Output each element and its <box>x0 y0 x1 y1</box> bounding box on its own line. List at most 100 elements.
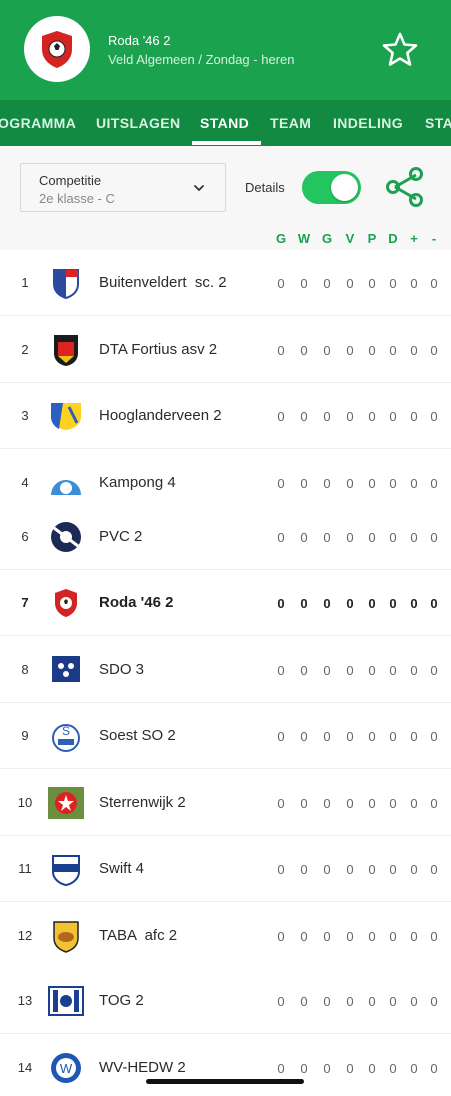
tog-shield-icon <box>48 984 84 1018</box>
pvc-round-icon <box>48 520 84 554</box>
stat-cell: 0 <box>346 994 354 1009</box>
stat-cell: 0 <box>430 929 438 944</box>
toggle-knob <box>331 174 358 201</box>
team-rank: 2 <box>21 342 29 357</box>
team-rank: 3 <box>21 408 29 423</box>
club-subtitle: Veld Algemeen / Zondag - heren <box>108 52 295 67</box>
stat-cell: 0 <box>300 409 308 424</box>
competition-select[interactable]: Competitie 2e klasse - C <box>20 163 226 212</box>
stat-cell: 0 <box>410 409 418 424</box>
stat-cell: 0 <box>389 596 397 611</box>
stat-cell: 0 <box>323 994 331 1009</box>
stat-cell: 0 <box>430 994 438 1009</box>
stat-cell: 0 <box>410 530 418 545</box>
stat-cell: 0 <box>300 663 308 678</box>
stat-cell: 0 <box>277 663 285 678</box>
table-row[interactable]: 11 Swift 400000000 <box>0 836 451 902</box>
home-indicator <box>146 1079 304 1084</box>
stat-cell: 0 <box>346 862 354 877</box>
stat-cell: 0 <box>410 862 418 877</box>
stat-cell: 0 <box>300 343 308 358</box>
stat-cell: 0 <box>300 862 308 877</box>
col-header-played: G <box>275 231 287 246</box>
stat-cell: 0 <box>368 596 376 611</box>
details-label: Details <box>245 180 285 195</box>
table-row[interactable]: 6 PVC 200000000 <box>0 504 451 570</box>
stat-cell: 0 <box>430 729 438 744</box>
swift-shield-icon <box>48 852 84 886</box>
stat-cell: 0 <box>300 729 308 744</box>
tab-team[interactable]: TEAM <box>270 115 311 131</box>
table-row[interactable]: 2 DTA Fortius asv 200000000 <box>0 317 451 383</box>
col-header-deduction: D <box>388 231 398 246</box>
stat-cell: 0 <box>323 276 331 291</box>
tab-programma[interactable]: OGRAMMA <box>0 115 76 131</box>
stat-cell: 0 <box>277 1061 285 1076</box>
table-row[interactable]: 14 W WV-HEDW 200000000 <box>0 1035 451 1096</box>
stat-cell: 0 <box>389 862 397 877</box>
vvh-shield-icon <box>48 399 84 433</box>
stat-cell: 0 <box>410 663 418 678</box>
favorite-star-icon[interactable] <box>380 30 420 70</box>
tab-indeling[interactable]: INDELING <box>333 115 403 131</box>
stat-cell: 0 <box>430 1061 438 1076</box>
team-name: TOG 2 <box>99 992 144 1009</box>
team-name: Buitenveldert sc. 2 <box>99 274 227 291</box>
share-icon[interactable] <box>383 166 427 208</box>
stat-cell: 0 <box>300 796 308 811</box>
table-row[interactable]: 8 SDO 300000000 <box>0 637 451 703</box>
stat-cell: 0 <box>277 530 285 545</box>
chevron-down-icon <box>194 185 204 191</box>
stat-cell: 0 <box>346 343 354 358</box>
details-toggle[interactable] <box>302 171 361 204</box>
stat-cell: 0 <box>368 862 376 877</box>
stat-cell: 0 <box>389 530 397 545</box>
stat-cell: 0 <box>430 476 438 491</box>
stat-cell: 0 <box>368 409 376 424</box>
table-row[interactable]: 9 S Soest SO 200000000 <box>0 703 451 769</box>
stat-cell: 0 <box>346 276 354 291</box>
stat-cell: 0 <box>389 476 397 491</box>
tab-uitslagen[interactable]: UITSLAGEN <box>96 115 181 131</box>
stat-cell: 0 <box>323 1061 331 1076</box>
stat-cell: 0 <box>300 929 308 944</box>
table-row[interactable]: 7 Roda '46 200000000 <box>0 570 451 636</box>
tab-bar: OGRAMMA UITSLAGEN STAND TEAM INDELING ST… <box>0 100 451 146</box>
stat-cell: 0 <box>277 994 285 1009</box>
team-name: TABA afc 2 <box>99 927 178 944</box>
stat-cell: 0 <box>368 796 376 811</box>
stat-cell: 0 <box>389 276 397 291</box>
taba-shield-icon <box>48 919 84 953</box>
sterrenwijk-square-icon <box>48 786 84 820</box>
team-rank: 7 <box>21 595 29 610</box>
roda-shield-icon <box>48 586 84 620</box>
stat-cell: 0 <box>346 663 354 678</box>
tab-statistieken[interactable]: STA <box>425 115 451 131</box>
table-row[interactable]: 12 TABA afc 200000000 <box>0 903 451 969</box>
stat-cell: 0 <box>389 663 397 678</box>
stat-cell: 0 <box>410 276 418 291</box>
table-row[interactable]: 3 Hooglanderveen 200000000 <box>0 383 451 449</box>
stat-cell: 0 <box>430 409 438 424</box>
team-name: Sterrenwijk 2 <box>99 794 186 811</box>
stat-cell: 0 <box>368 929 376 944</box>
team-rank: 11 <box>18 861 32 876</box>
sdo-shield-icon <box>48 653 84 687</box>
stat-cell: 0 <box>389 729 397 744</box>
tab-stand[interactable]: STAND <box>200 115 249 131</box>
team-name: Kampong 4 <box>99 474 176 491</box>
stat-cell: 0 <box>410 796 418 811</box>
standings-column-headers: G W G V P D + - <box>0 230 451 250</box>
stat-cell: 0 <box>300 994 308 1009</box>
stat-cell: 0 <box>410 1061 418 1076</box>
stat-cell: 0 <box>300 596 308 611</box>
table-row[interactable]: 1 Buitenveldert sc. 200000000 <box>0 250 451 316</box>
stat-cell: 0 <box>410 476 418 491</box>
club-title: Roda '46 2 <box>108 33 171 48</box>
table-row[interactable]: 10 Sterrenwijk 200000000 <box>0 770 451 836</box>
stat-cell: 0 <box>368 530 376 545</box>
team-rank: 9 <box>21 728 29 743</box>
table-row[interactable]: 13 TOG 200000000 <box>0 968 451 1034</box>
stat-cell: 0 <box>368 343 376 358</box>
stat-cell: 0 <box>346 796 354 811</box>
